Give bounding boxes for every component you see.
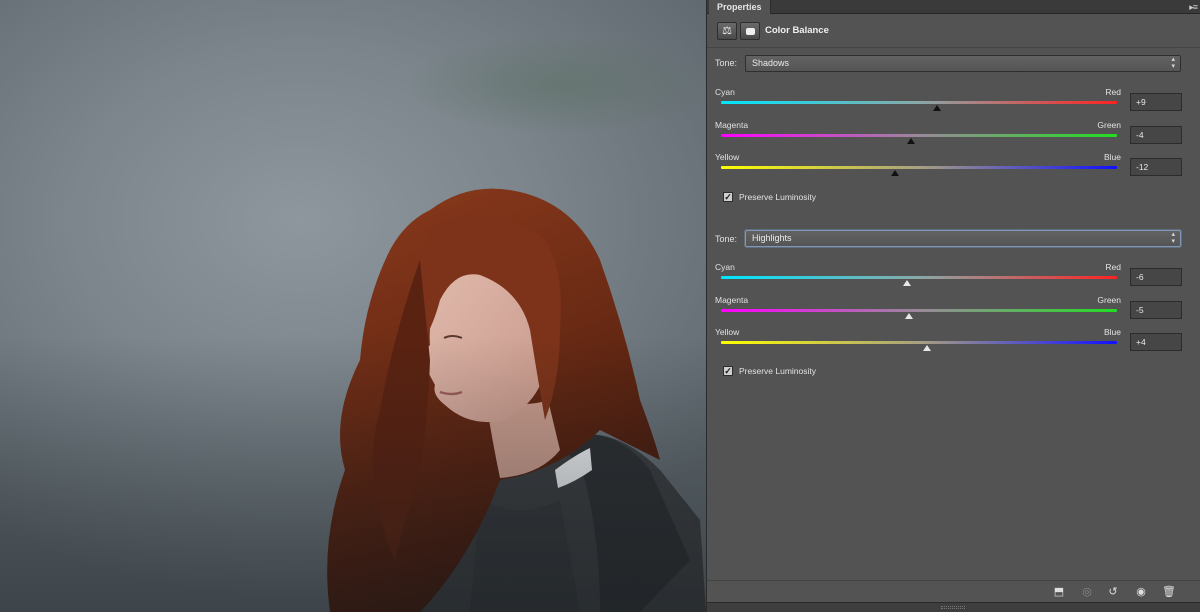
slider-left-label: Yellow [715,327,740,337]
slider-right-label: Blue [1103,152,1121,162]
color-balance-icon[interactable]: ⚖ [717,22,737,40]
slider-right-label: Green [1097,295,1121,305]
slider-track[interactable] [721,101,1117,104]
shadows-section: Tone: Shadows ▴ ▾ Cyan Red +9 Magenta Gre… [707,54,1200,214]
slider-thumb[interactable] [932,105,941,111]
layer-mask-icon[interactable] [740,22,760,40]
reset-icon[interactable]: ↺ [1103,584,1123,600]
value-field[interactable]: -5 [1130,301,1182,319]
tone-select-value: Shadows [752,58,790,68]
tab-properties[interactable]: Properties [709,0,771,14]
slider-thumb[interactable] [907,138,916,144]
checkbox-label: Preserve Luminosity [739,192,817,202]
slider-yellow-blue[interactable]: Yellow Blue -12 [707,152,1200,182]
panel-menu-icon[interactable]: ▸≡ [1189,1,1198,13]
clip-to-layer-icon[interactable]: ⬒ [1049,584,1069,600]
checkbox-label: Preserve Luminosity [739,366,817,376]
slider-track[interactable] [721,166,1117,169]
adjustment-title: Color Balance [765,25,829,36]
slider-track[interactable] [721,134,1117,137]
adjustment-header: ⚖ Color Balance [707,14,1200,48]
slider-right-label: Blue [1103,327,1121,337]
tone-select-value: Highlights [752,233,792,243]
checkbox[interactable]: ✓ [723,192,733,202]
value-field[interactable]: -12 [1130,158,1182,176]
slider-thumb[interactable] [903,280,912,286]
tone-select-shadows[interactable]: Shadows ▴ ▾ [745,55,1181,72]
slider-thumb[interactable] [905,313,914,319]
panel-tab-bar: Properties ▸≡ [707,0,1200,14]
slider-left-label: Yellow [715,152,740,162]
photo-vignette [0,0,706,612]
resize-grip[interactable] [941,606,965,609]
tone-label: Tone: [715,58,738,68]
visibility-eye-icon[interactable]: ◉ [1131,584,1151,600]
tone-label: Tone: [715,234,738,244]
select-arrows-icon: ▴ ▾ [1171,231,1175,245]
panel-footer: ⬒ ◎ ↺ ◉ 🗑 [707,580,1200,602]
tone-select-highlights[interactable]: Highlights ▴ ▾ [745,230,1181,247]
slider-cyan-red[interactable]: Cyan Red +9 [707,87,1200,117]
value-field[interactable]: +9 [1130,93,1182,111]
value-field[interactable]: -6 [1130,268,1182,286]
delete-icon[interactable]: 🗑 [1159,584,1179,600]
properties-panel: Properties ▸≡ ⚖ Color Balance Tone: Shad… [706,0,1200,612]
slider-left-label: Magenta [715,295,749,305]
slider-track[interactable] [721,341,1117,344]
slider-left-label: Magenta [715,120,749,130]
select-arrows-icon: ▴ ▾ [1171,56,1175,70]
slider-track[interactable] [721,309,1117,312]
slider-left-label: Cyan [715,87,735,97]
slider-right-label: Red [1105,262,1121,272]
slider-magenta-green[interactable]: Magenta Green -5 [707,295,1200,325]
view-previous-state-icon[interactable]: ◎ [1077,584,1097,600]
slider-right-label: Red [1105,87,1121,97]
slider-thumb[interactable] [891,170,900,176]
highlights-section: Tone: Highlights ▴ ▾ Cyan Red -6 Magenta … [707,229,1200,389]
slider-cyan-red[interactable]: Cyan Red -6 [707,262,1200,292]
value-field[interactable]: -4 [1130,126,1182,144]
value-field[interactable]: +4 [1130,333,1182,351]
slider-right-label: Green [1097,120,1121,130]
slider-left-label: Cyan [715,262,735,272]
panel-resize-bar[interactable] [707,602,1200,612]
slider-track[interactable] [721,276,1117,279]
photo-canvas[interactable] [0,0,706,612]
slider-thumb[interactable] [922,345,931,351]
slider-yellow-blue[interactable]: Yellow Blue +4 [707,327,1200,357]
slider-magenta-green[interactable]: Magenta Green -4 [707,120,1200,150]
checkbox[interactable]: ✓ [723,366,733,376]
